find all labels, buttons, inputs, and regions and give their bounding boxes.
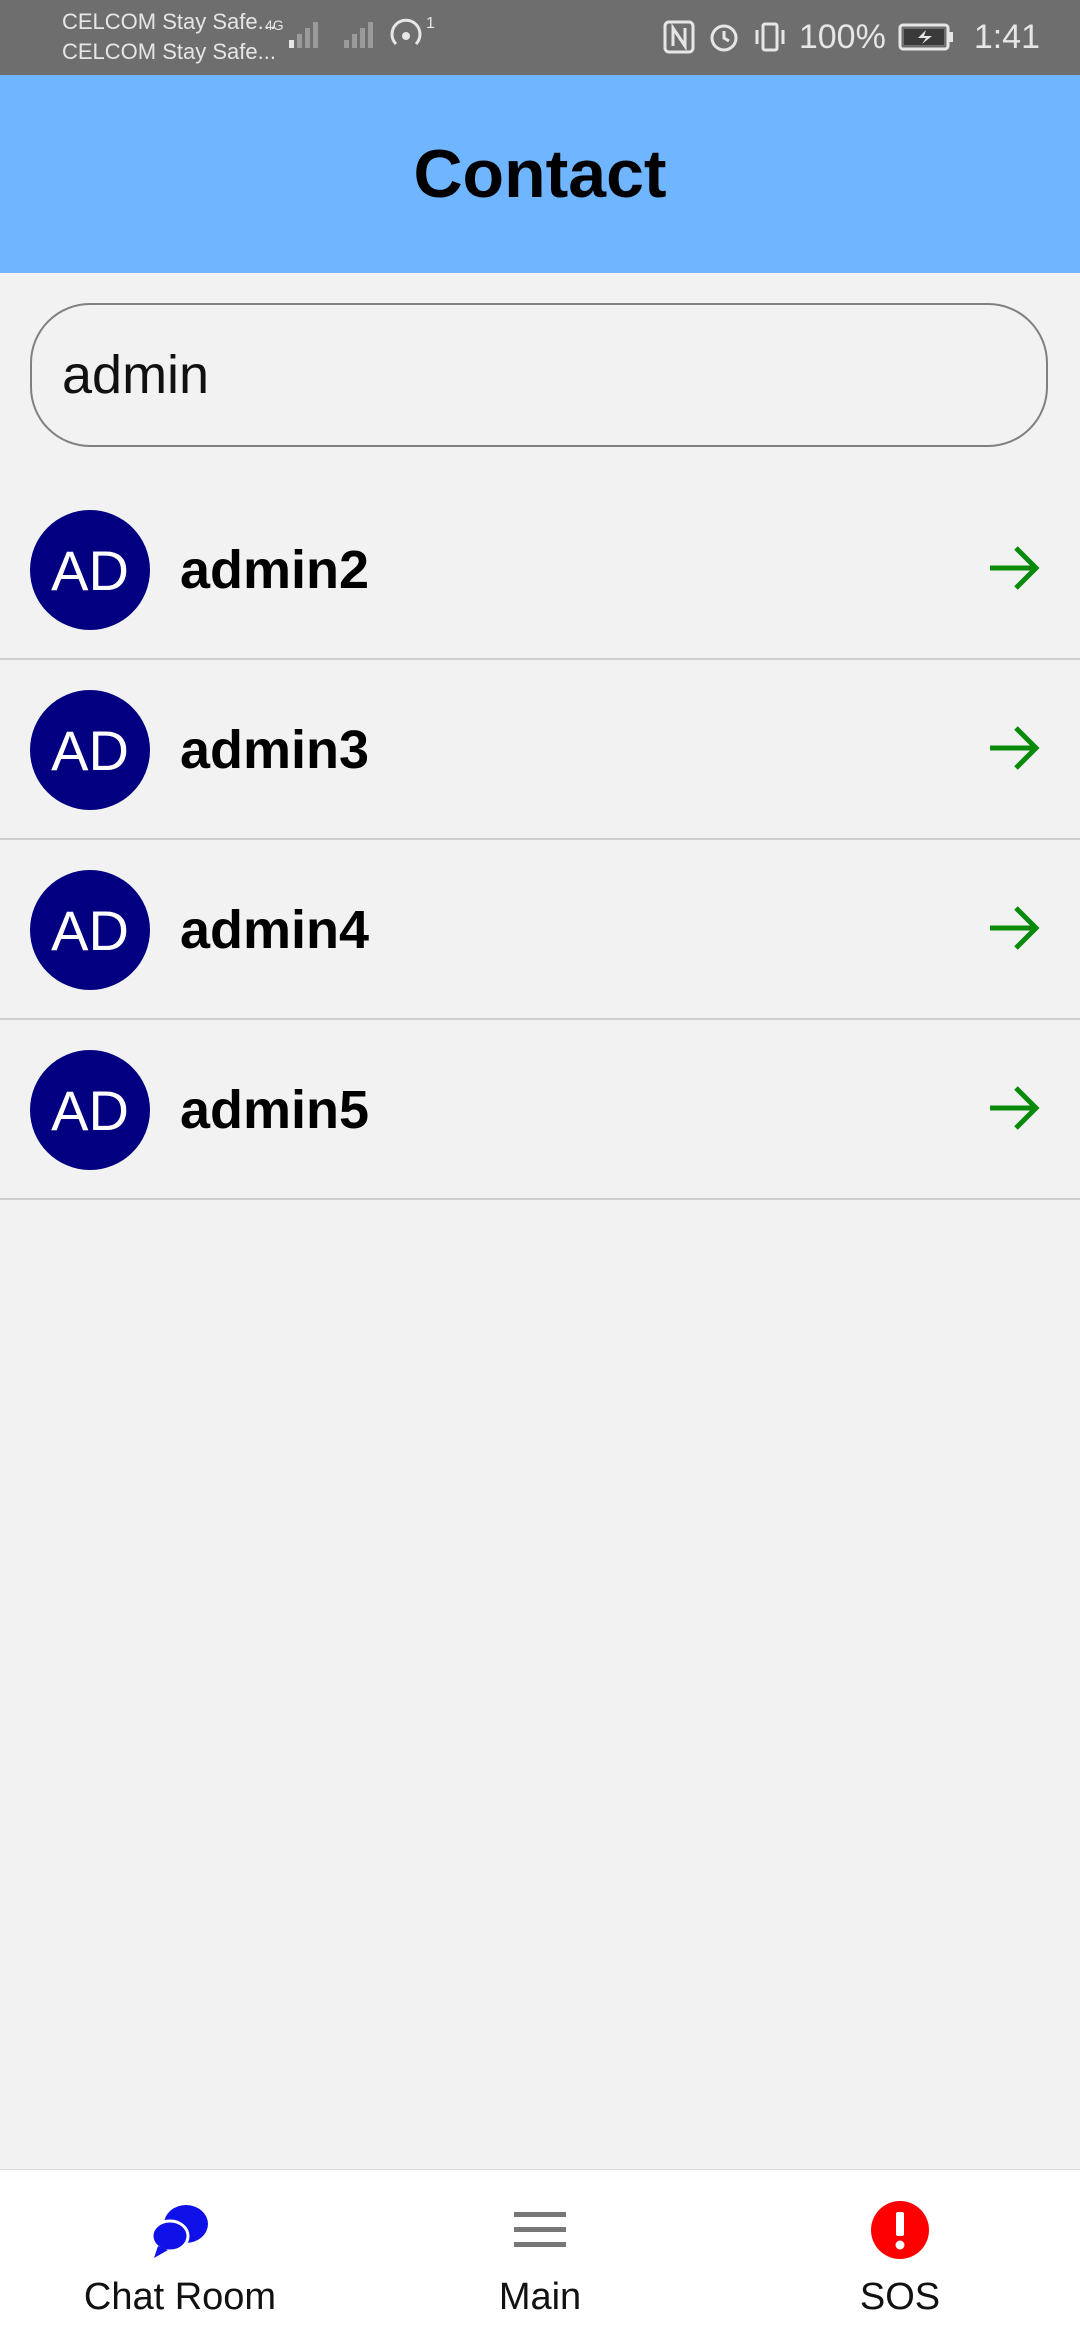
- vibrate-icon: [755, 22, 785, 52]
- carrier-1: CELCOM Stay Safe...: [62, 9, 276, 34]
- search-box[interactable]: [30, 303, 1048, 447]
- hotspot-count: 1: [426, 15, 435, 32]
- network-type: 4G: [265, 17, 284, 33]
- page-title: Contact: [413, 136, 667, 212]
- nav-label: Chat Room: [83, 2276, 277, 2318]
- chat-bubbles-icon: [150, 2205, 208, 2258]
- contact-row-admin5[interactable]: AD admin5: [0, 1020, 1080, 1200]
- avatar: AD: [30, 870, 150, 990]
- avatar: AD: [30, 690, 150, 810]
- signal-icon: 4G: [265, 17, 318, 48]
- avatar: AD: [30, 1050, 150, 1170]
- alert-icon: [871, 2201, 929, 2259]
- nav-label: SOS: [859, 2276, 941, 2318]
- nfc-icon: [663, 20, 695, 54]
- nav-sos[interactable]: SOS: [720, 2170, 1080, 2340]
- menu-icon: [514, 2212, 566, 2247]
- contact-row-admin4[interactable]: AD admin4: [0, 840, 1080, 1020]
- app-header: Contact: [0, 75, 1080, 273]
- arrow-right-icon[interactable]: [986, 900, 1042, 956]
- bottom-nav: Chat Room Main SOS: [0, 2169, 1080, 2340]
- alarm-icon: [710, 24, 738, 52]
- contact-row-admin3[interactable]: AD admin3: [0, 660, 1080, 840]
- arrow-right-icon[interactable]: [986, 1080, 1042, 1136]
- hotspot-icon: 1: [390, 15, 435, 46]
- clock: 1:41: [973, 17, 1040, 56]
- nav-chat-room[interactable]: Chat Room: [0, 2170, 360, 2340]
- carrier-2: CELCOM Stay Safe...: [62, 39, 276, 64]
- contact-row-admin2[interactable]: AD admin2: [0, 480, 1080, 660]
- arrow-right-icon[interactable]: [986, 540, 1042, 596]
- contact-name: admin3: [180, 720, 370, 780]
- status-right: 100% 1:41: [663, 14, 1040, 60]
- signal-icon-2: [344, 22, 373, 48]
- battery-percent: 100%: [798, 17, 886, 56]
- nav-main[interactable]: Main: [360, 2170, 720, 2340]
- contact-name: admin4: [180, 900, 370, 960]
- contact-list: AD admin2 AD admin3 AD admin4 AD admin5: [0, 480, 1080, 1200]
- search-input[interactable]: [60, 343, 1018, 407]
- arrow-right-icon[interactable]: [986, 720, 1042, 776]
- contact-name: admin5: [180, 1080, 370, 1140]
- avatar: AD: [30, 510, 150, 630]
- contact-name: admin2: [180, 540, 370, 600]
- nav-label: Main: [498, 2276, 582, 2318]
- battery-icon: [898, 23, 953, 51]
- status-bar: CELCOM Stay Safe... CELCOM Stay Safe... …: [0, 0, 1080, 75]
